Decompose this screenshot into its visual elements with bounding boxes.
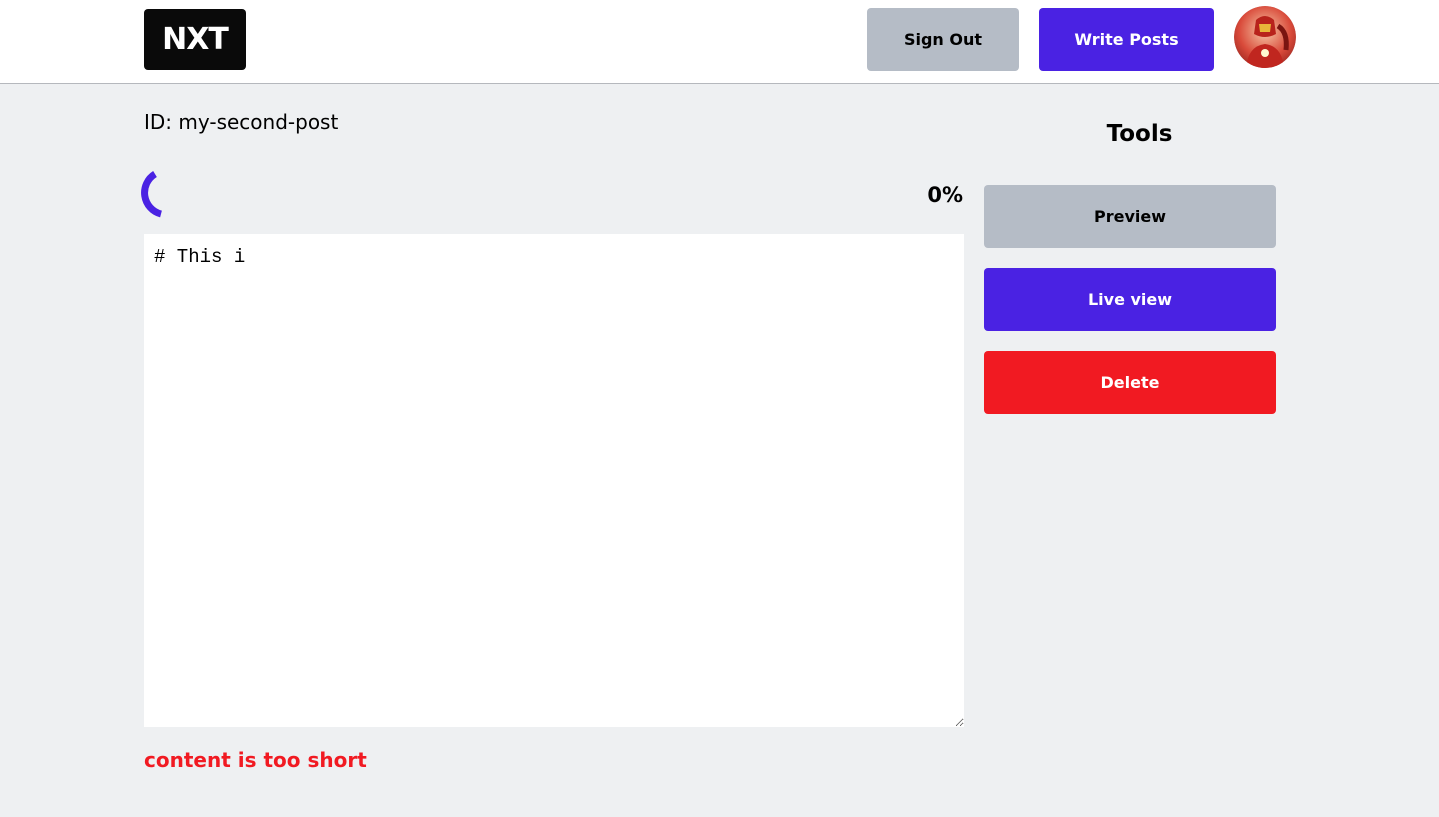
preview-button[interactable]: Preview xyxy=(984,185,1276,248)
progress-percent: 0% xyxy=(927,183,963,207)
navbar: NXT Sign Out Write Posts xyxy=(0,0,1439,84)
post-content-textarea[interactable]: # This i xyxy=(144,234,964,727)
sign-out-button[interactable]: Sign Out xyxy=(867,8,1019,71)
post-id-label: ID: my-second-post xyxy=(144,110,339,134)
tools-heading: Tools xyxy=(1106,121,1173,147)
delete-button[interactable]: Delete xyxy=(984,351,1276,414)
loading-spinner-icon xyxy=(141,168,181,224)
live-view-button[interactable]: Live view xyxy=(984,268,1276,331)
write-posts-button[interactable]: Write Posts xyxy=(1039,8,1214,71)
home-logo-button[interactable]: NXT xyxy=(144,9,246,70)
validation-error: content is too short xyxy=(144,748,367,772)
user-avatar-icon[interactable] xyxy=(1234,6,1296,68)
